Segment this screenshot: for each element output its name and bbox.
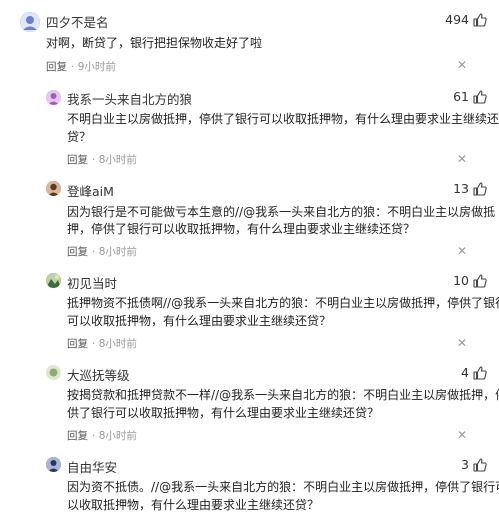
thumbs-up-icon[interactable] — [473, 89, 487, 104]
reply-button[interactable]: 回复 — [67, 338, 88, 350]
comment-time: · 8小时前 — [92, 338, 137, 350]
like-count: 13 — [453, 181, 469, 196]
thumbs-up-icon[interactable] — [473, 273, 487, 288]
like-count: 61 — [453, 89, 469, 104]
comment-item: 登峰aiM 13 因为银行是不可能做亏本生意的//@我系一头来自北方的狼：不明白… — [0, 170, 499, 262]
like-count: 3 — [461, 457, 469, 472]
like-count: 4 — [461, 365, 469, 380]
thumbs-up-icon[interactable] — [473, 12, 487, 27]
comment-item: 自由华安 3 因为资不抵债。//@我系一头来自北方的狼：不明白业主以房做抵押，停… — [0, 446, 499, 524]
comment-username[interactable]: 登峰aiM — [67, 181, 114, 200]
comment-time: · 8小时前 — [92, 154, 137, 166]
comment-text-line: 押，停供了银行可以收取抵押物，有什么理由要求业主继续还贷？ — [67, 222, 416, 236]
comment-text-line: 以收取抵押物，有什么理由要求业主继续还贷？ — [67, 498, 320, 512]
comment-text-line: 抵押物资不抵债啊//@我系一头来自北方的狼：不明白业主以房做抵押，停供了银行 — [67, 296, 499, 310]
comment-item: 我系一头来自北方的狼 61 不明白业主以房做抵押，停供了银行可以收取抵押物，有什… — [0, 78, 499, 170]
comment-text-line: 对啊，断贷了，银行把担保物收走好了啦 — [46, 36, 263, 50]
close-icon[interactable]: ✕ — [457, 58, 467, 72]
comment-username[interactable]: 初见当时 — [67, 273, 117, 292]
thumbs-up-icon[interactable] — [473, 365, 487, 380]
comment-text-line: 按揭贷款和抵押贷款不一样//@我系一头来自北方的狼：不明白业主以房做抵押，停 — [67, 388, 499, 402]
comment-meta: 回复 · 8小时前 — [67, 428, 137, 443]
user-avatar[interactable] — [46, 273, 61, 288]
comment-username[interactable]: 四夕不是名 — [46, 12, 109, 31]
user-avatar[interactable] — [46, 457, 61, 472]
comment-meta: 回复 · 8小时前 — [67, 244, 137, 259]
comment-time: · 8小时前 — [92, 430, 137, 442]
comment-text-line: 因为资不抵债。//@我系一头来自北方的狼：不明白业主以房做抵押，停供了银行可 — [67, 480, 499, 494]
reply-button[interactable]: 回复 — [46, 61, 67, 73]
close-icon[interactable]: ✕ — [457, 152, 467, 166]
comment-text-line: 供了银行可以收取抵押物，有什么理由要求业主继续还贷？ — [67, 406, 380, 420]
user-avatar[interactable] — [20, 12, 40, 32]
close-icon[interactable]: ✕ — [457, 244, 467, 258]
reply-button[interactable]: 回复 — [67, 430, 88, 442]
comment-text-line: 贷？ — [67, 130, 92, 144]
like-count: 494 — [445, 12, 469, 27]
thumbs-up-icon[interactable] — [473, 181, 487, 196]
comment-text-line: 可以收取抵押物，有什么理由要求业主继续还贷？ — [67, 314, 332, 328]
comment-meta: 回复 · 8小时前 — [67, 152, 137, 167]
reply-button[interactable]: 回复 — [67, 246, 88, 258]
comment-time: · 8小时前 — [92, 246, 137, 258]
comment-username[interactable]: 大巡抚等级 — [67, 365, 130, 384]
comment-text-line: 不明白业主以房做抵押，停供了银行可以收取抵押物，有什么理由要求业主继续还 — [67, 112, 499, 126]
close-icon[interactable]: ✕ — [457, 336, 467, 350]
comment-time: · 9小时前 — [71, 61, 116, 73]
comment-username[interactable]: 自由华安 — [67, 457, 117, 476]
comment-username[interactable]: 我系一头来自北方的狼 — [67, 89, 192, 108]
comment-meta: 回复 · 9小时前 — [46, 59, 116, 74]
user-avatar[interactable] — [46, 90, 61, 105]
close-icon[interactable]: ✕ — [457, 428, 467, 442]
comment-meta: 回复 · 8小时前 — [67, 336, 137, 351]
comment-item: 初见当时 10 抵押物资不抵债啊//@我系一头来自北方的狼：不明白业主以房做抵押… — [0, 262, 499, 354]
user-avatar[interactable] — [46, 181, 61, 196]
comment-item: 大巡抚等级 4 按揭贷款和抵押贷款不一样//@我系一头来自北方的狼：不明白业主以… — [0, 354, 499, 446]
reply-button[interactable]: 回复 — [67, 154, 88, 166]
user-avatar[interactable] — [46, 365, 61, 380]
like-count: 10 — [453, 273, 469, 288]
thumbs-up-icon[interactable] — [473, 457, 487, 472]
comment-item: 四夕不是名 494 对啊，断贷了，银行把担保物收走好了啦 回复 · 9小时前 ✕ — [0, 0, 499, 78]
